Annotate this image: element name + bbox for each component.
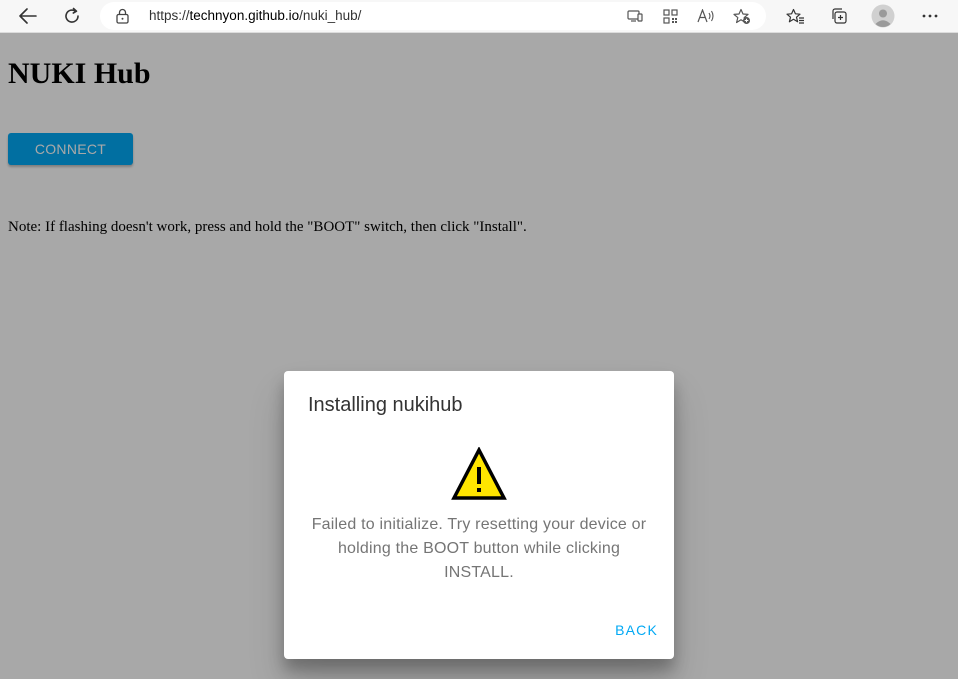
app-available-icon[interactable]	[625, 7, 645, 25]
dialog-message: Failed to initialize. Try resetting your…	[311, 516, 647, 581]
back-button[interactable]: BACK	[615, 622, 658, 638]
warning-icon	[451, 446, 507, 506]
dialog-title: Installing nukihub	[308, 394, 463, 416]
add-favorite-icon[interactable]	[732, 7, 752, 25]
collections-icon[interactable]	[825, 3, 853, 29]
read-aloud-icon[interactable]	[696, 7, 716, 25]
browser-toolbar: https://technyon.github.io/nuki_hub/	[0, 0, 958, 33]
url-scheme: https://	[149, 8, 190, 23]
lock-icon[interactable]	[116, 8, 129, 29]
install-dialog: Installing nukihub Failed to initialize.…	[284, 371, 674, 659]
back-arrow-icon[interactable]	[14, 3, 42, 29]
refresh-icon[interactable]	[58, 3, 86, 29]
address-bar[interactable]: https://technyon.github.io/nuki_hub/	[100, 2, 766, 30]
qr-code-icon[interactable]	[660, 7, 680, 25]
favorites-icon[interactable]	[781, 3, 809, 29]
url-text[interactable]: https://technyon.github.io/nuki_hub/	[149, 8, 361, 23]
url-path: /nuki_hub/	[299, 8, 362, 23]
url-host: technyon.github.io	[189, 8, 300, 23]
more-options-icon[interactable]	[916, 3, 944, 29]
profile-avatar[interactable]	[871, 4, 895, 28]
